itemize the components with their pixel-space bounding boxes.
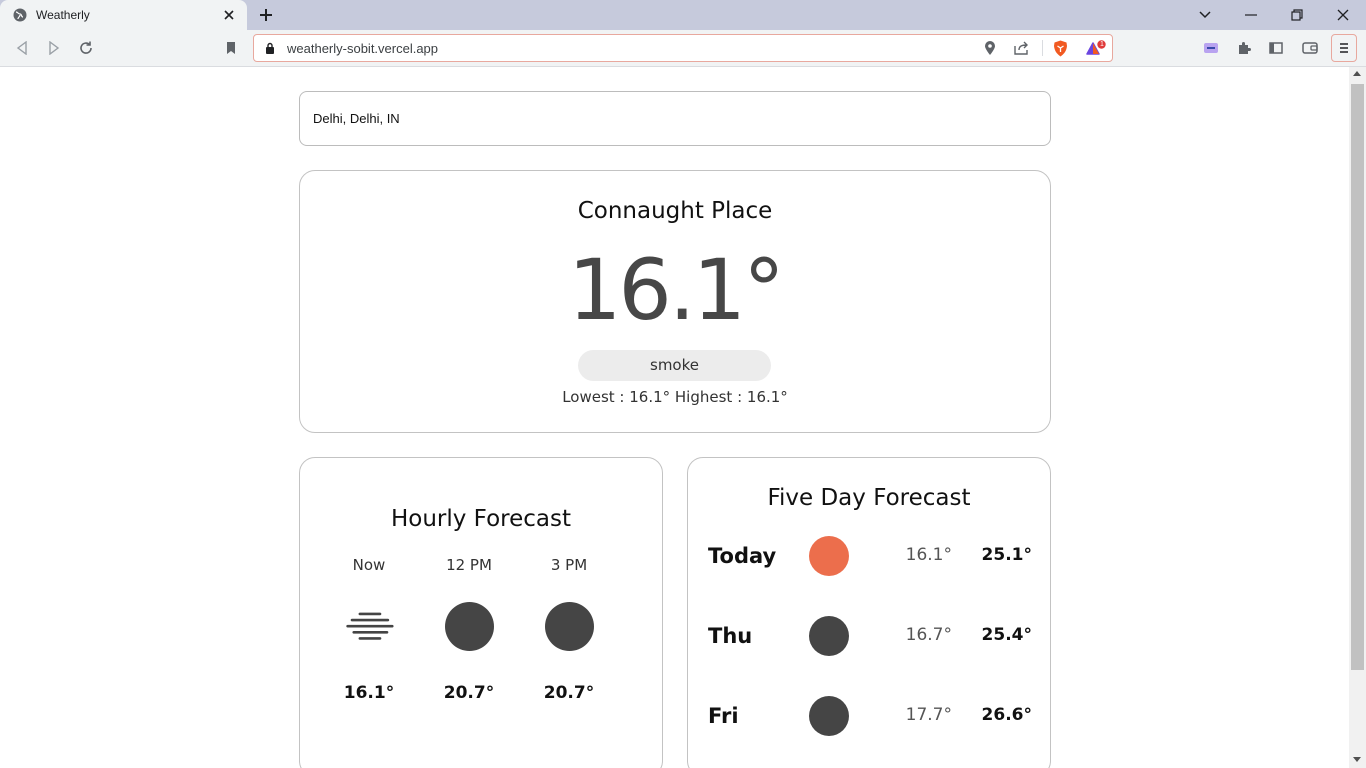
rewards-badge: 1 (1100, 41, 1104, 48)
dark-circle-icon (809, 616, 849, 656)
omnibox-divider (1042, 40, 1043, 56)
new-tab-button[interactable] (256, 5, 276, 25)
dark-circle-icon (809, 696, 849, 736)
back-icon[interactable] (12, 38, 32, 58)
forecast-day-row: Thu 16.7° 25.4° (688, 614, 1052, 658)
hourly-time: 3 PM (550, 556, 588, 574)
five-day-forecast-title: Five Day Forecast (767, 485, 971, 511)
five-day-forecast-card: Five Day Forecast Today 16.1° 25.1° Thu … (687, 457, 1051, 768)
scrollbar-thumb[interactable] (1351, 84, 1364, 670)
day-name: Thu (708, 624, 753, 648)
day-name: Fri (708, 704, 739, 728)
day-high-temp: 25.4° (981, 625, 1032, 645)
day-low-temp: 16.7° (905, 625, 952, 645)
current-weather-card: Connaught Place 16.1° smoke Lowest : 16.… (299, 170, 1051, 433)
location-pin-icon[interactable] (982, 40, 998, 56)
condition-badge: smoke (578, 350, 771, 381)
minimize-button[interactable] (1241, 5, 1261, 25)
location-search-box[interactable] (299, 91, 1051, 146)
forward-icon[interactable] (44, 38, 64, 58)
day-high-temp: 25.1° (981, 545, 1032, 565)
location-search-input[interactable] (313, 111, 1050, 126)
close-window-button[interactable] (1333, 5, 1353, 25)
browser-tab[interactable]: Weatherly (0, 0, 247, 30)
hourly-temp: 20.7° (443, 683, 495, 703)
close-tab-icon[interactable] (221, 7, 237, 23)
location-name: Connaught Place (577, 198, 773, 224)
restore-button[interactable] (1287, 5, 1307, 25)
day-low-temp: 16.1° (905, 545, 952, 565)
scroll-up-arrow-icon[interactable] (1353, 71, 1361, 76)
tab-title: Weatherly (36, 8, 90, 22)
extension-gradient-icon[interactable] (1201, 38, 1221, 58)
tab-strip: Weatherly (0, 0, 1366, 30)
wallet-icon[interactable] (1300, 38, 1320, 58)
hourly-forecast-title: Hourly Forecast (390, 506, 572, 532)
fog-icon (345, 602, 394, 651)
day-name: Today (708, 544, 777, 568)
hourly-time: 12 PM (446, 556, 492, 574)
weather-page: Connaught Place 16.1° smoke Lowest : 16.… (0, 67, 1349, 768)
dark-circle-icon (545, 602, 594, 651)
day-high-temp: 26.6° (981, 705, 1032, 725)
brave-shields-icon[interactable] (1052, 40, 1068, 56)
globe-icon (13, 8, 27, 22)
scroll-down-arrow-icon[interactable] (1353, 757, 1361, 762)
reload-icon[interactable] (76, 38, 96, 58)
hourly-temp: 20.7° (543, 683, 595, 703)
current-temperature: 16.1° (567, 241, 785, 339)
extensions-puzzle-icon[interactable] (1234, 38, 1254, 58)
page-scrollbar[interactable] (1349, 67, 1366, 768)
hourly-forecast-card: Hourly Forecast Now 16.1° 12 PM 20.7° 3 … (299, 457, 663, 768)
address-bar[interactable]: weatherly-sobit.vercel.app 1 (253, 34, 1113, 62)
menu-icon[interactable] (1331, 34, 1357, 62)
sidebar-icon[interactable] (1266, 38, 1286, 58)
tab-search-icon[interactable] (1195, 5, 1215, 25)
forecast-day-row: Fri 17.7° 26.6° (688, 694, 1052, 738)
bookmark-icon[interactable] (221, 38, 241, 58)
brave-rewards-icon[interactable]: 1 (1086, 39, 1106, 56)
share-icon[interactable] (1014, 40, 1030, 56)
dark-circle-icon (445, 602, 494, 651)
temperature-range: Lowest : 16.1° Highest : 16.1° (562, 388, 788, 406)
hourly-temp: 16.1° (343, 683, 395, 703)
forecast-day-row: Today 16.1° 25.1° (688, 534, 1052, 578)
hourly-time: Now (352, 556, 386, 574)
day-low-temp: 17.7° (905, 705, 952, 725)
sun-icon (809, 536, 849, 576)
lock-icon (265, 42, 275, 54)
